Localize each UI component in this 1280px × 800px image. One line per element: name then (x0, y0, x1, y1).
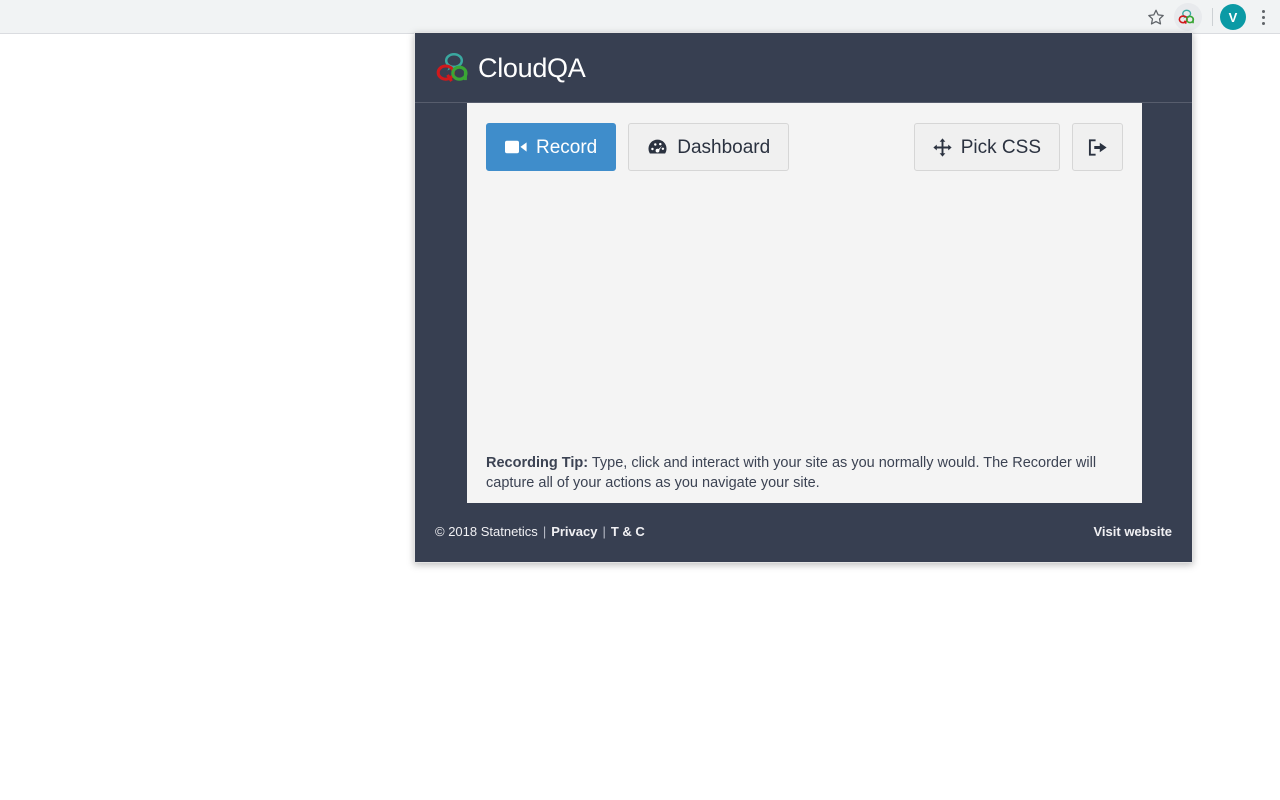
visit-website-link[interactable]: Visit website (1093, 524, 1172, 539)
footer-separator: | (542, 524, 547, 539)
cloudqa-extension-icon[interactable] (1174, 3, 1202, 31)
profile-avatar[interactable]: V (1220, 4, 1246, 30)
privacy-link[interactable]: Privacy (551, 524, 597, 539)
kebab-dot (1261, 21, 1265, 25)
kebab-menu-icon[interactable] (1252, 2, 1274, 32)
kebab-dot (1261, 9, 1265, 13)
cloudqa-extension-icon-glyph (1178, 9, 1195, 25)
browser-toolbar: V (0, 0, 1280, 34)
footer-left-group: © 2018 Statnetics | Privacy | T & C (435, 524, 645, 539)
brand-logo: CloudQA (436, 52, 586, 84)
record-button-label: Record (536, 136, 598, 158)
secondary-actions-group: Pick CSS (913, 123, 1123, 171)
popup-header: CloudQA (415, 33, 1192, 103)
footer-copyright: © 2018 Statnetics (435, 524, 538, 539)
sign-out-icon (1088, 138, 1107, 156)
primary-actions-group: Record Dashboard (486, 123, 790, 171)
popup-footer: © 2018 Statnetics | Privacy | T & C Visi… (415, 501, 1192, 562)
video-camera-icon (505, 140, 527, 154)
cloudqa-extension-popup: CloudQA Record Dashboard Pick CSS Record… (414, 32, 1193, 563)
tachometer-icon (648, 139, 667, 154)
star-icon-glyph (1148, 9, 1164, 25)
logout-button[interactable] (1072, 123, 1123, 171)
footer-right-group: Visit website (1093, 524, 1172, 539)
pick-css-button-label: Pick CSS (960, 136, 1041, 158)
kebab-dot (1261, 15, 1265, 19)
terms-link[interactable]: T & C (611, 524, 645, 539)
brand-name: CloudQA (478, 52, 586, 83)
arrows-alt-icon (933, 137, 952, 157)
cloudqa-logo-glyph (436, 53, 468, 82)
record-button[interactable]: Record (486, 123, 617, 171)
dashboard-button[interactable]: Dashboard (628, 123, 790, 171)
recording-tip: Recording Tip: Type, click and interact … (486, 453, 1123, 493)
toolbar-actions: V (1141, 0, 1274, 34)
popup-content-card: Record Dashboard Pick CSS Recording Tip:… (467, 103, 1142, 503)
footer-separator: | (602, 524, 606, 539)
cloudqa-logo-icon (436, 52, 474, 84)
recording-tip-label: Recording Tip: (486, 455, 589, 471)
star-icon[interactable] (1141, 2, 1171, 32)
dashboard-button-label: Dashboard (677, 136, 771, 158)
toolbar-divider (1212, 8, 1213, 26)
popup-button-bar: Record Dashboard Pick CSS (486, 123, 1123, 171)
pick-css-button[interactable]: Pick CSS (913, 123, 1060, 171)
